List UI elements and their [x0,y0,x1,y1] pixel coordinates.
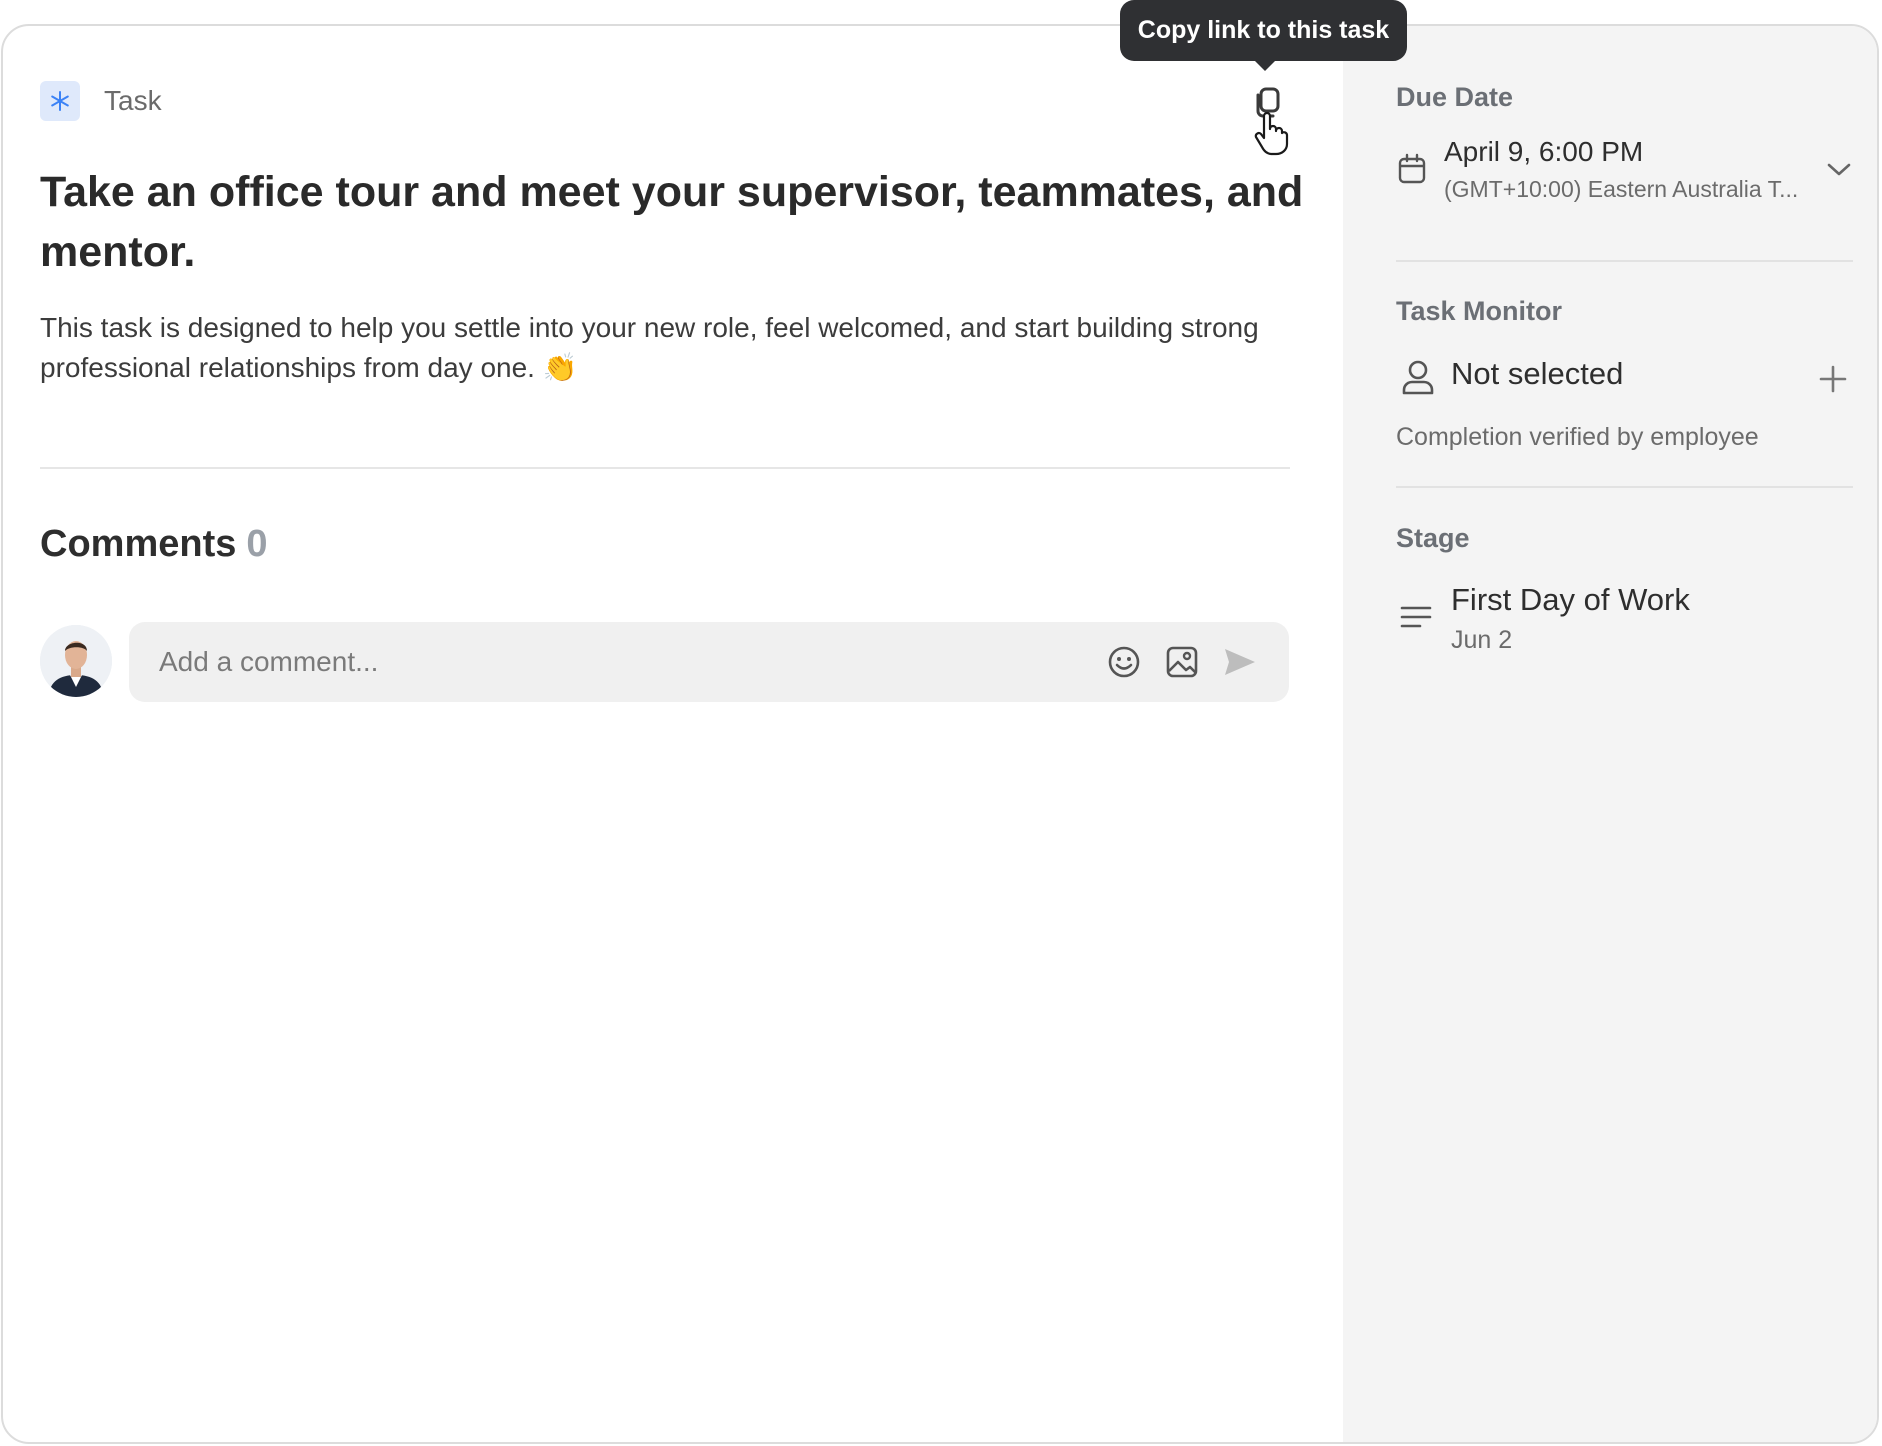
add-monitor-button[interactable] [1813,359,1853,399]
stage-label: Stage [1396,523,1470,553]
due-date-picker[interactable]: April 9, 6:00 PM (GMT+10:00) Eastern Aus… [1396,136,1856,202]
task-sidebar: Due Date April 9, 6:00 PM (GMT+10:00) Ea… [1343,26,1877,1442]
emoji-icon [1108,646,1140,678]
image-icon [1166,646,1198,678]
user-icon [1398,357,1438,397]
due-date-label: Due Date [1396,82,1514,112]
task-description: This task is designed to help you settle… [40,312,1259,383]
lines-icon [1398,602,1434,632]
comment-composer [129,622,1289,702]
due-date-value: April 9, 6:00 PM [1444,136,1644,167]
comments-count: 0 [246,523,268,565]
tooltip-arrow [1254,60,1276,71]
comments-title: Comments [40,523,237,565]
hand-cursor-icon [1253,111,1289,161]
calendar-icon [1396,152,1428,186]
avatar [40,625,112,697]
copy-link-tooltip: Copy link to this task [1120,0,1407,61]
task-monitor-label: Task Monitor [1396,296,1563,326]
task-main-panel: Task Take an office tour and meet your s… [3,26,1343,1442]
chevron-down-icon [1824,158,1854,182]
comment-input[interactable] [159,622,1059,702]
task-type-header: Task [40,81,162,121]
asterisk-icon [40,81,80,121]
divider [1396,486,1853,488]
divider [40,467,1290,469]
verification-note: Completion verified by employee [1396,423,1759,451]
due-date-timezone: (GMT+10:00) Eastern Australia T... [1444,176,1799,202]
stage-date: Jun 2 [1451,626,1513,654]
task-detail-card: Task Take an office tour and meet your s… [1,24,1879,1444]
plus-icon [1819,365,1847,393]
task-type-label: Task [104,85,162,116]
stage-name: First Day of Work [1451,582,1690,617]
divider [1396,260,1853,262]
send-button[interactable] [1220,642,1260,682]
emoji-button[interactable] [1104,642,1144,682]
comments-heading: Comments 0 [40,523,268,566]
image-button[interactable] [1162,642,1202,682]
task-monitor-value: Not selected [1451,356,1624,391]
send-icon [1225,649,1255,675]
task-title: Take an office tour and meet your superv… [40,168,1304,276]
